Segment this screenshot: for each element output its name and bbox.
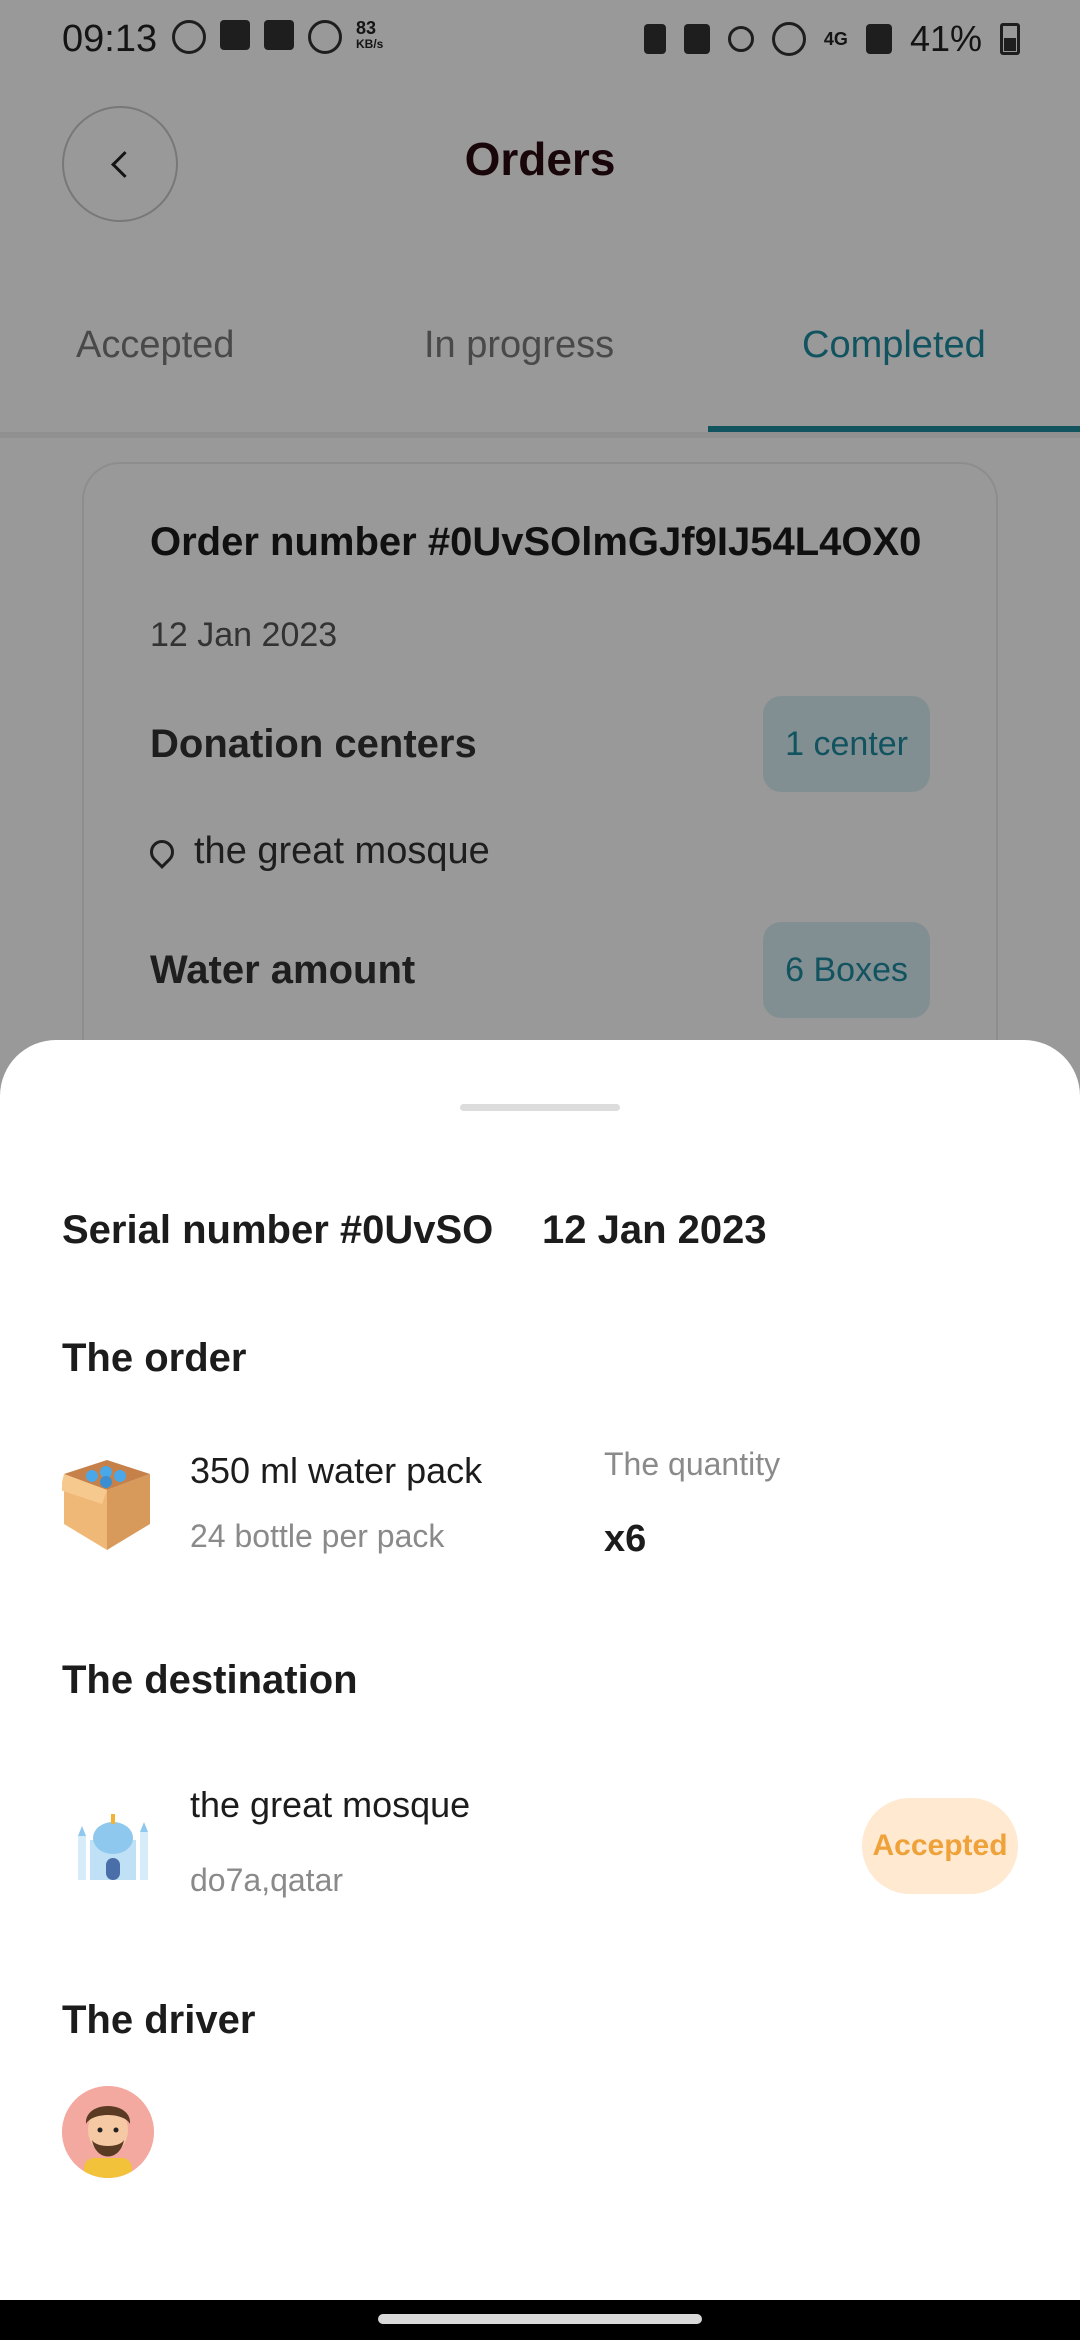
order-details-sheet: Serial number #0UvSO 12 Jan 2023 The ord… [0,1040,1080,2300]
mosque-icon [62,1796,148,1880]
serial-number: Serial number #0UvSO [62,1208,494,1252]
destination-name: the great mosque [190,1784,471,1825]
home-gesture-handle[interactable] [378,2314,702,2324]
item-name: 350 ml water pack [190,1450,483,1491]
sheet-date: 12 Jan 2023 [542,1208,767,1252]
item-description: 24 bottle per pack [190,1518,445,1554]
system-nav-bar [0,2300,1080,2340]
destination-address: do7a,qatar [190,1862,344,1898]
status-badge: Accepted [862,1798,1018,1894]
water-box-icon [62,1460,150,1550]
sheet-drag-handle[interactable] [460,1104,620,1111]
quantity-value: x6 [604,1518,647,1560]
driver-avatar[interactable] [62,2086,154,2178]
driver-section-title: The driver [62,1998,256,2042]
destination-section-title: The destination [62,1658,358,1702]
quantity-label: The quantity [604,1446,781,1482]
driver-avatar-icon [62,2086,154,2178]
order-section-title: The order [62,1336,247,1380]
